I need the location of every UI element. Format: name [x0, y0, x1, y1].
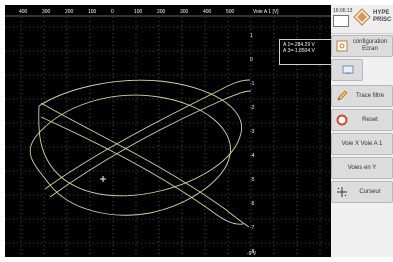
cursor-button[interactable]: Curseur	[331, 181, 393, 203]
panel-status-header: 16:06:13 HYPE PRISC	[331, 5, 393, 34]
top-scale-label: 400	[19, 9, 28, 15]
measurement-readout: A 1=-284.29 V A 3=-1.8504 V	[279, 39, 333, 65]
top-scale-label: 100	[88, 9, 97, 15]
voies-y-button[interactable]: Voies en Y	[331, 157, 393, 179]
right-axis-label: 1	[250, 33, 253, 39]
right-axis-label: 0	[250, 57, 253, 63]
oscilloscope-plot-area[interactable]: 400 300 200 100 0 100 200 300 400 500 Vo…	[5, 5, 333, 257]
right-axis-label: -2	[250, 105, 255, 111]
status-date: 16:06:13	[333, 8, 353, 14]
display-button[interactable]	[331, 59, 363, 81]
top-scale-label: 200	[157, 9, 166, 15]
right-control-panel: 16:06:13 HYPE PRISC configuration Ecran	[331, 5, 393, 257]
status-left: 16:06:13	[333, 8, 353, 32]
reset-label: Reset	[362, 116, 378, 123]
top-scale-label: 400	[203, 9, 212, 15]
monitor-icon	[342, 65, 354, 74]
trace-filter-label: Trace filtre	[355, 92, 385, 99]
small-screen-icon	[333, 15, 349, 27]
pencil-icon	[337, 90, 348, 101]
cursor-label: Curseur	[359, 188, 381, 195]
right-axis-label: -1	[250, 81, 255, 87]
reset-icon	[336, 114, 348, 126]
screen-settings-icon	[336, 40, 348, 52]
configuration-screen-button[interactable]: configuration Ecran	[331, 35, 393, 57]
voie-x-label: Voie X Voie A 1	[341, 140, 383, 147]
top-scale-svg: 400 300 200 100 0 100 200 300 400 500 Vo…	[5, 5, 331, 17]
right-axis-label: -4	[250, 153, 255, 159]
configuration-label: configuration Ecran	[352, 39, 388, 52]
right-axis-label: -7	[250, 225, 255, 231]
top-scale-label: 500	[226, 9, 235, 15]
right-axis-label: -5	[250, 177, 255, 183]
bottom-right-unit-label: -9 V	[247, 251, 257, 257]
brand-logo: HYPE PRISC	[353, 8, 393, 31]
top-scale-label: 0	[111, 9, 114, 15]
top-scale-label: 300	[180, 9, 189, 15]
top-scale-bar: 400 300 200 100 0 100 200 300 400 500 Vo…	[5, 5, 331, 17]
top-scale-label: 100	[134, 9, 143, 15]
brand-logo-text: HYPE PRISC	[373, 10, 392, 23]
voie-x-button[interactable]: Voie X Voie A 1	[331, 133, 393, 155]
readout-line-2: A 3=-1.8504 V	[283, 48, 315, 54]
voies-y-label: Voies en Y	[347, 164, 377, 171]
top-scale-label: 200	[65, 9, 74, 15]
top-scale-right-label: Voie A 1 [V]	[253, 9, 279, 15]
top-scale-label: 300	[42, 9, 51, 15]
reset-button[interactable]: Reset	[331, 109, 393, 131]
brand-logo-icon	[353, 8, 371, 26]
trace-filter-button[interactable]: Trace filtre	[331, 85, 393, 107]
right-axis-label: -3	[250, 129, 255, 135]
right-axis-label: -6	[250, 201, 255, 207]
cursor-icon	[337, 187, 347, 197]
oscilloscope-screen: 400 300 200 100 0 100 200 300 400 500 Vo…	[0, 0, 393, 260]
